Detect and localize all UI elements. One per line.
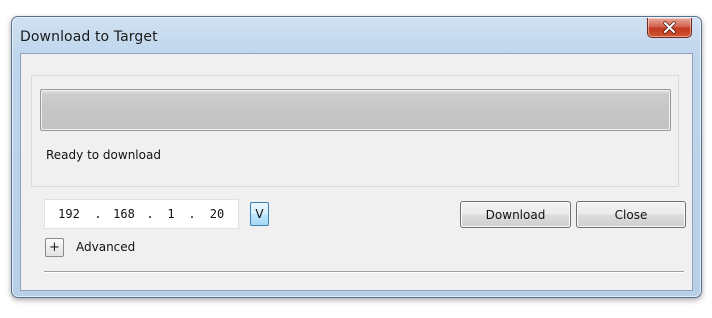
divider	[44, 271, 684, 273]
ip-octet-3[interactable]: 1	[157, 207, 185, 221]
download-button[interactable]: Download	[460, 201, 571, 228]
window-title: Download to Target	[20, 29, 158, 45]
ip-octet-2[interactable]: 168	[105, 207, 143, 221]
title-bar[interactable]: Download to Target	[12, 17, 701, 49]
advanced-expand-toggle[interactable]: +	[45, 238, 64, 257]
ip-separator: .	[146, 207, 154, 221]
ip-octet-4[interactable]: 20	[199, 207, 235, 221]
close-button[interactable]: Close	[576, 201, 686, 228]
download-dialog: Download to Target Ready to download 192…	[11, 16, 702, 298]
ip-octet-1[interactable]: 192	[47, 207, 91, 221]
ip-address-field[interactable]: 192 . 168 . 1 . 20	[44, 199, 239, 229]
close-x-icon	[663, 21, 676, 34]
ip-separator: .	[94, 207, 102, 221]
download-progress-bar	[40, 89, 671, 131]
ip-separator: .	[188, 207, 196, 221]
window-close-button[interactable]	[647, 18, 692, 38]
ip-dropdown-button[interactable]: V	[250, 202, 269, 226]
dialog-body: Ready to download 192 . 168 . 1 . 20 V D…	[20, 53, 693, 291]
advanced-label: Advanced	[76, 240, 136, 254]
status-panel: Ready to download	[31, 75, 679, 187]
status-message: Ready to download	[46, 148, 161, 162]
